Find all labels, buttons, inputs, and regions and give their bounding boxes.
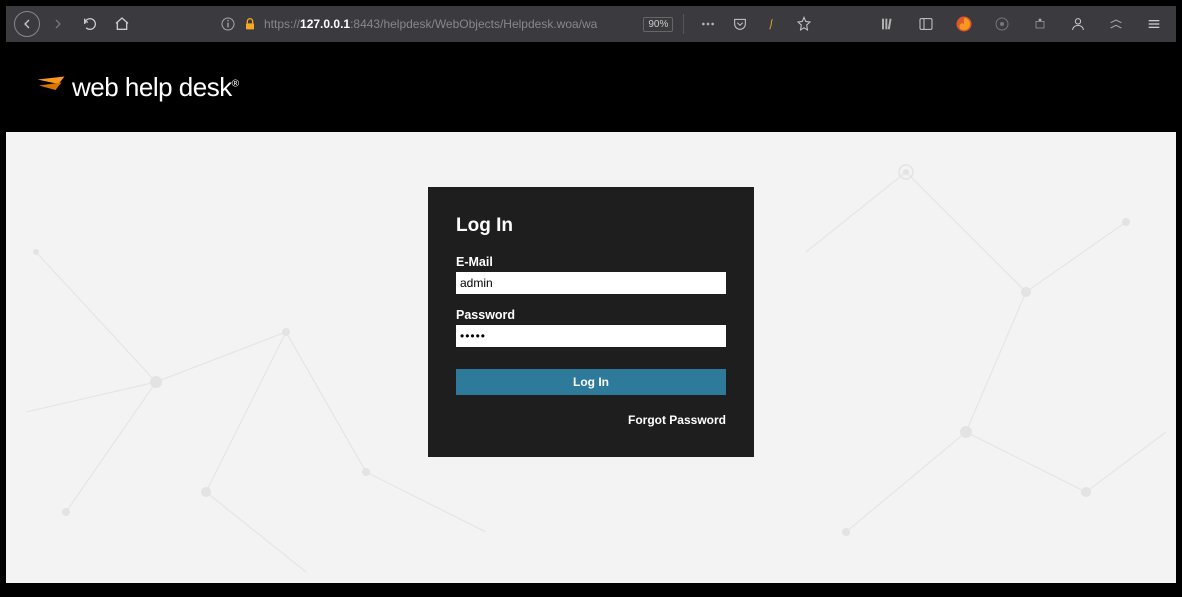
back-button[interactable] [14, 11, 40, 37]
app-header: web help desk® [6, 42, 1176, 132]
password-label: Password [456, 308, 726, 322]
browser-toolbar: https://127.0.0.1:8443/helpdesk/WebObjec… [6, 6, 1176, 42]
sidebar-icon[interactable] [912, 10, 940, 38]
bookmark-icon[interactable] [790, 10, 818, 38]
main-content: Log In E-Mail Password Log In Forgot Pas… [6, 132, 1176, 583]
url-text: https://127.0.0.1:8443/helpdesk/WebObjec… [264, 17, 597, 31]
account-icon[interactable] [1064, 10, 1092, 38]
login-panel: Log In E-Mail Password Log In Forgot Pas… [428, 187, 754, 457]
email-field[interactable] [456, 272, 726, 294]
pocket-icon[interactable] [726, 10, 754, 38]
extension4-icon[interactable] [1102, 10, 1130, 38]
zoom-indicator[interactable]: 90% [643, 17, 673, 32]
home-button[interactable] [108, 10, 136, 38]
login-button[interactable]: Log In [456, 369, 726, 395]
brand-logo: web help desk® [36, 72, 239, 103]
login-title: Log In [456, 215, 726, 237]
extension3-icon[interactable] [1026, 10, 1054, 38]
page-actions-icon[interactable] [694, 10, 722, 38]
footer-bar [6, 583, 1176, 591]
lock-warning-icon [242, 16, 258, 32]
forgot-password-link[interactable]: Forgot Password [456, 413, 726, 427]
reload-button[interactable] [76, 10, 104, 38]
separator [683, 14, 684, 34]
url-bar[interactable]: https://127.0.0.1:8443/helpdesk/WebObjec… [220, 10, 673, 38]
info-icon [220, 16, 236, 32]
extension2-icon[interactable] [988, 10, 1016, 38]
firefox-extension-icon[interactable] [950, 10, 978, 38]
brand-text: web help desk® [72, 72, 239, 103]
library-icon[interactable] [874, 10, 902, 38]
brand-swoosh-icon [36, 72, 66, 102]
password-field[interactable] [456, 325, 726, 347]
extension-icon[interactable] [758, 10, 786, 38]
forward-button[interactable] [44, 10, 72, 38]
menu-icon[interactable] [1140, 10, 1168, 38]
email-label: E-Mail [456, 255, 726, 269]
